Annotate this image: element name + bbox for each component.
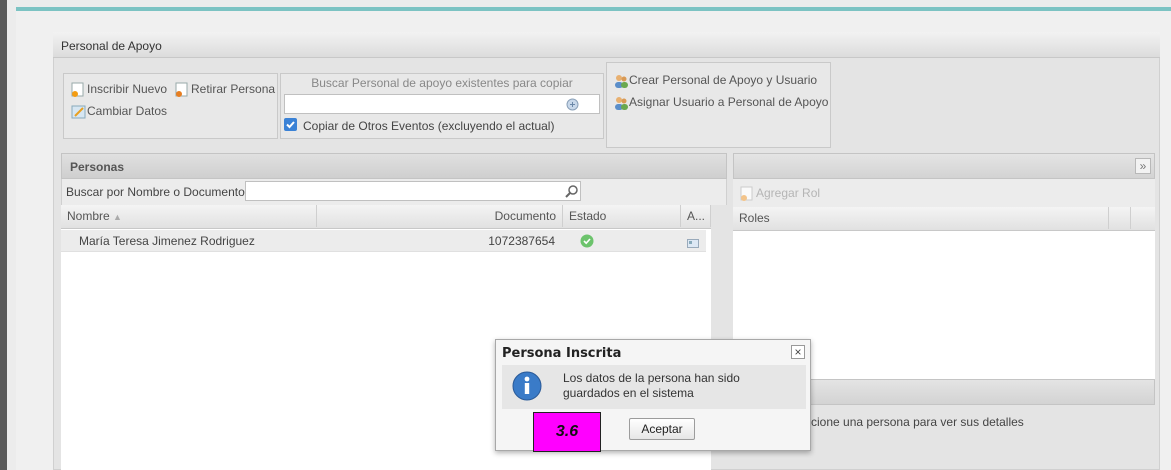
copy-checkbox[interactable] xyxy=(284,118,297,131)
search-icon[interactable] xyxy=(566,98,579,114)
magnifier-icon[interactable] xyxy=(565,184,579,201)
crear-personal-link[interactable]: Crear Personal de Apoyo y Usuario xyxy=(613,73,817,89)
crear-personal-label: Crear Personal de Apoyo y Usuario xyxy=(629,73,818,88)
copy-checkbox-label: Copiar de Otros Eventos (excluyendo el a… xyxy=(303,119,555,133)
sort-asc-icon: ▲ xyxy=(113,212,122,222)
inscribir-nuevo-link[interactable]: Inscribir Nuevo xyxy=(71,82,167,98)
status-ok-icon xyxy=(580,234,594,251)
col-roles-extra[interactable] xyxy=(1109,207,1131,229)
personas-search-label: Buscar por Nombre o Documento: xyxy=(66,185,249,199)
window-left-border xyxy=(0,0,7,470)
aceptar-button[interactable]: Aceptar xyxy=(629,418,695,440)
col-estado[interactable]: Estado xyxy=(563,205,681,227)
add-role-icon xyxy=(740,186,754,202)
cambiar-datos-link[interactable]: Cambiar Datos xyxy=(71,104,167,120)
checkmark-icon xyxy=(286,121,295,129)
asignar-usuario-link[interactable]: Asignar Usuario a Personal de Apoyo xyxy=(613,95,828,111)
dialog-title: Persona Inscrita xyxy=(502,346,622,361)
row-documento: 1072387654 xyxy=(488,234,555,248)
close-icon[interactable]: × xyxy=(791,345,805,359)
table-row[interactable]: María Teresa Jimenez Rodriguez 107238765… xyxy=(61,230,706,252)
agregar-rol-label: Agregar Rol xyxy=(756,186,821,201)
agregar-rol-button[interactable]: Agregar Rol xyxy=(740,186,820,202)
details-hint: ccione una persona para ver sus detalles xyxy=(805,415,1024,429)
edit-document-icon xyxy=(71,104,86,120)
dialog-message-line1: Los datos de la persona han sido xyxy=(563,371,740,385)
personas-header: Personas xyxy=(61,153,727,179)
personas-search-input[interactable] xyxy=(245,181,581,201)
expand-button[interactable]: » xyxy=(1135,158,1151,174)
panel-title: Personal de Apoyo xyxy=(53,32,1160,58)
col-a[interactable]: A... xyxy=(681,205,711,227)
users-icon xyxy=(613,73,628,89)
row-nombre: María Teresa Jimenez Rodriguez xyxy=(79,234,255,248)
inscribir-nuevo-label: Inscribir Nuevo xyxy=(87,82,168,97)
step-badge: 3.6 xyxy=(533,412,601,452)
asignar-usuario-label: Asignar Usuario a Personal de Apoyo xyxy=(629,95,829,110)
retirar-persona-label: Retirar Persona xyxy=(191,82,276,97)
retirar-persona-link[interactable]: Retirar Persona xyxy=(175,82,275,98)
col-nombre[interactable]: Nombre ▲ xyxy=(61,205,317,227)
assign-user-icon xyxy=(613,95,628,111)
new-document-icon xyxy=(71,82,85,98)
copy-search-input[interactable] xyxy=(284,94,600,114)
col-roles[interactable]: Roles xyxy=(733,207,1109,229)
dialog-message-line2: guardados en el sistema xyxy=(563,386,694,400)
cambiar-datos-label: Cambiar Datos xyxy=(87,104,168,119)
card-icon[interactable] xyxy=(687,237,699,251)
col-documento[interactable]: Documento xyxy=(317,205,563,227)
copy-search-title: Buscar Personal de apoyo existentes para… xyxy=(311,76,573,90)
info-icon xyxy=(512,371,542,404)
roles-grid-header: Roles xyxy=(733,207,1155,231)
personas-grid-header: Nombre ▲ Documento Estado A... xyxy=(61,205,711,229)
detail-header xyxy=(733,153,1155,179)
accent-line xyxy=(16,7,1171,11)
remove-document-icon xyxy=(175,82,189,98)
